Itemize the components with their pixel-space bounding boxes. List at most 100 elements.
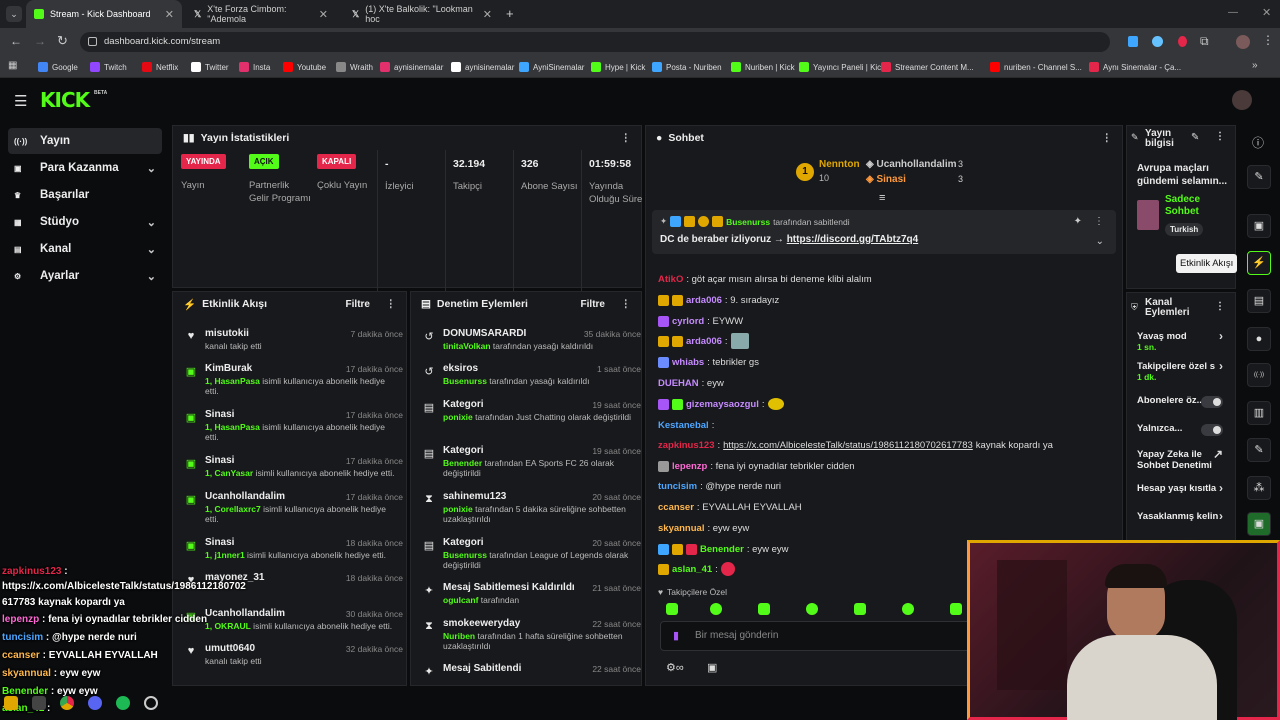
extension-icon[interactable] bbox=[1152, 36, 1163, 47]
event-user[interactable]: smokeeweryday bbox=[443, 618, 520, 629]
back-icon[interactable]: ← bbox=[10, 34, 22, 48]
chat-username[interactable]: gizemaysaozgul bbox=[686, 399, 759, 410]
gift-icon[interactable]: ▣ bbox=[707, 661, 717, 674]
bookmark-item[interactable]: Insta bbox=[239, 60, 270, 74]
chat-username[interactable]: arda006 bbox=[686, 295, 722, 306]
sidebar-item-5[interactable]: ⚙ Ayarlar ⌄ bbox=[8, 263, 162, 289]
chat-username[interactable]: Benender bbox=[700, 544, 744, 555]
event-user[interactable]: Mesaj Sabitlemesi Kaldırıldı bbox=[443, 582, 575, 593]
extension-icon[interactable] bbox=[1178, 36, 1187, 47]
url-input[interactable]: dashboard.kick.com/stream bbox=[80, 32, 1110, 52]
chat-username[interactable]: whiabs bbox=[672, 357, 704, 368]
sidebar-item-4[interactable]: ▤ Kanal ⌄ bbox=[8, 236, 162, 262]
event-user[interactable]: Ucanhollandalim bbox=[205, 491, 285, 502]
chevron-down-icon[interactable]: ⌄ bbox=[1096, 236, 1104, 247]
emote-icon[interactable] bbox=[758, 603, 770, 615]
event-user[interactable]: Ucanhollandalim bbox=[205, 608, 285, 619]
chat-username[interactable]: DUEHAN bbox=[658, 378, 699, 389]
emote-icon[interactable] bbox=[902, 603, 914, 615]
event-user[interactable]: Sinasi bbox=[205, 409, 234, 420]
close-tab-icon[interactable]: ✕ bbox=[319, 8, 328, 21]
minimize-icon[interactable]: — bbox=[1228, 7, 1238, 18]
bookmark-item[interactable]: Netflix bbox=[142, 60, 178, 74]
emote-icon[interactable] bbox=[666, 603, 678, 615]
pinned-link[interactable]: https://discord.gg/TAbtz7q4 bbox=[787, 234, 918, 245]
chevron-right-icon[interactable]: › bbox=[1219, 481, 1223, 495]
reload-icon[interactable]: ↻ bbox=[57, 33, 68, 49]
bookmark-item[interactable]: Aynı Sinemalar - Ça... bbox=[1089, 60, 1181, 74]
sidebar-item-0[interactable]: ((·)) Yayın bbox=[8, 128, 162, 154]
leader-name[interactable]: ◈ Ucanhollandalim bbox=[866, 159, 956, 170]
kick-logo[interactable]: KICK bbox=[40, 88, 90, 112]
chevron-right-icon[interactable]: › bbox=[1219, 509, 1223, 523]
bookmark-item[interactable]: Twitter bbox=[191, 60, 229, 74]
broadcast-icon[interactable]: ((·)) bbox=[1247, 363, 1271, 387]
site-info-icon[interactable] bbox=[88, 37, 97, 46]
hamburger-menu-icon[interactable]: ☰ bbox=[14, 92, 27, 110]
event-user[interactable]: umutt0640 bbox=[205, 643, 255, 654]
tab-kick-dashboard[interactable]: Stream - Kick Dashboard ✕ bbox=[26, 0, 182, 28]
bolt-icon[interactable]: ⚡ bbox=[1247, 251, 1271, 275]
microphone-icon[interactable]: ▮ bbox=[673, 629, 679, 642]
pinned-by-user[interactable]: Busenurss bbox=[726, 217, 770, 227]
stream-category[interactable]: Sadece Sohbet bbox=[1165, 194, 1225, 218]
emote-icon[interactable] bbox=[854, 603, 866, 615]
event-user[interactable]: Kategori bbox=[443, 537, 484, 548]
stats-menu-icon[interactable]: ⋮ bbox=[621, 132, 632, 144]
chat-username[interactable]: Kestanebal bbox=[658, 420, 709, 431]
chat-username[interactable]: arda006 bbox=[686, 336, 722, 347]
more-bookmarks[interactable]: » bbox=[1252, 60, 1258, 71]
moderation-filter-button[interactable]: Filtre bbox=[581, 299, 605, 310]
channel-action-item[interactable]: Hesap yaşı kısıtla bbox=[1137, 483, 1227, 494]
channel-action-item[interactable]: Yasaklanmış kelin bbox=[1137, 511, 1227, 522]
event-user[interactable]: misutokii bbox=[205, 328, 249, 339]
apps-grid-icon[interactable]: ▦ bbox=[8, 60, 17, 71]
leader-name[interactable]: Nennton bbox=[819, 159, 860, 170]
forward-icon[interactable]: → bbox=[34, 34, 46, 48]
chrome-icon[interactable] bbox=[60, 696, 74, 710]
bookmark-item[interactable]: Posta - Nuriben bbox=[652, 60, 722, 74]
sidebar-item-1[interactable]: ▣ Para Kazanma ⌄ bbox=[8, 155, 162, 181]
obs-icon[interactable] bbox=[144, 696, 158, 710]
emote-icon[interactable] bbox=[710, 603, 722, 615]
sidebar-item-3[interactable]: ▦ Stüdyo ⌄ bbox=[8, 209, 162, 235]
wrench-icon[interactable]: ✎ bbox=[1247, 438, 1271, 462]
chat-username[interactable]: AtikO bbox=[658, 274, 683, 285]
event-user[interactable]: Mesaj Sabitlendi bbox=[443, 663, 521, 674]
extensions-puzzle-icon[interactable]: ⧉ bbox=[1200, 34, 1209, 49]
event-user[interactable]: Sinasi bbox=[205, 455, 234, 466]
chat-icon[interactable]: ● bbox=[1247, 327, 1271, 351]
menu-kebab-icon[interactable]: ⋮ bbox=[1262, 33, 1274, 47]
close-window-icon[interactable]: ✕ bbox=[1262, 6, 1271, 19]
new-tab-button[interactable]: + bbox=[506, 6, 514, 21]
chat-username[interactable]: skyannual bbox=[658, 523, 704, 534]
event-user[interactable]: KimBurak bbox=[205, 363, 252, 374]
bookmark-item[interactable]: Hype | Kick bbox=[591, 60, 645, 74]
save-icon[interactable]: ▥ bbox=[1247, 401, 1271, 425]
taskbar-app-icon[interactable] bbox=[32, 696, 46, 710]
profile-avatar[interactable] bbox=[1236, 35, 1250, 49]
bookmark-item[interactable]: Streamer Content M... bbox=[881, 60, 974, 74]
bookmark-item[interactable]: Google bbox=[38, 60, 78, 74]
bookmark-item[interactable]: Youtube bbox=[283, 60, 326, 74]
close-tab-icon[interactable]: ✕ bbox=[165, 8, 174, 21]
chat-link[interactable]: https://x.com/AlbicelesteTalk/status/198… bbox=[723, 440, 973, 451]
chat-username[interactable]: cyrlord bbox=[672, 316, 704, 327]
event-user[interactable]: DONUMSARARDI bbox=[443, 328, 526, 339]
bookmark-item[interactable]: nuriben - Channel S... bbox=[990, 60, 1082, 74]
toggle-switch[interactable] bbox=[1201, 396, 1223, 408]
event-user[interactable]: Kategori bbox=[443, 445, 484, 456]
chat-username[interactable]: zapkinus123 bbox=[658, 440, 715, 451]
pen-icon[interactable]: ✎ bbox=[1247, 165, 1271, 189]
toggle-switch[interactable] bbox=[1201, 424, 1223, 436]
sidebar-item-2[interactable]: ♛ Başarılar bbox=[8, 182, 162, 208]
chat-settings-icon[interactable]: ⚙∞ bbox=[666, 661, 684, 674]
bookmark-item[interactable]: Nuriben | Kick bbox=[731, 60, 795, 74]
chat-username[interactable]: tuncisim bbox=[658, 481, 697, 492]
screen-icon[interactable]: ▣ bbox=[1247, 214, 1271, 238]
activity-filter-button[interactable]: Filtre bbox=[346, 299, 370, 310]
chat-username[interactable]: lepenzp bbox=[672, 461, 707, 472]
taskbar-app-icon[interactable] bbox=[4, 696, 18, 710]
expand-leaderboard-icon[interactable]: ≡ bbox=[879, 192, 885, 204]
bookmark-item[interactable]: aynisinemalar bbox=[380, 60, 443, 74]
